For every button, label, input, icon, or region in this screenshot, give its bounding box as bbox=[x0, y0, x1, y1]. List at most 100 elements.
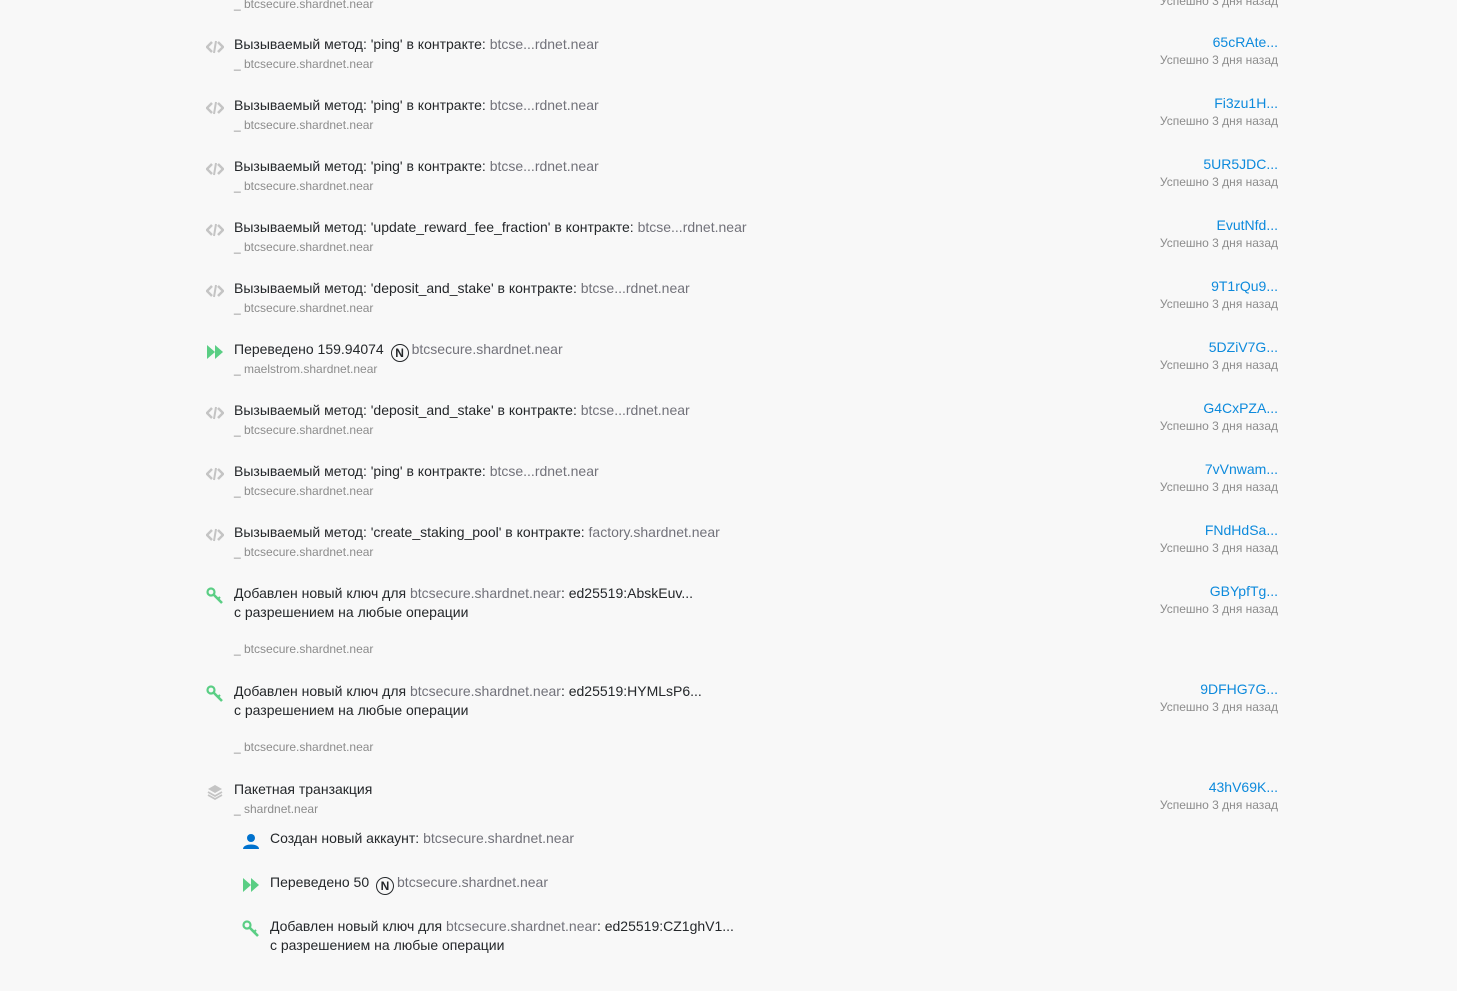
action-text: Добавлен новый ключ для bbox=[234, 683, 410, 699]
action-text: Вызываемый метод: 'ping' в контракте: bbox=[234, 97, 490, 113]
contract-link[interactable]: btcse...rdnet.near bbox=[490, 97, 599, 113]
contract-link[interactable]: btcse...rdnet.near bbox=[490, 463, 599, 479]
key-icon bbox=[241, 919, 261, 939]
signer-label: _ btcsecure.shardnet.near bbox=[234, 642, 374, 656]
tx-hash-link[interactable]: G4CxPZA... bbox=[1203, 399, 1278, 418]
permission-text: с разрешением на любые операции bbox=[234, 604, 469, 620]
signer-label: _ btcsecure.shardnet.near bbox=[234, 0, 374, 11]
action-description: Вызываемый метод: 'deposit_and_stake' в … bbox=[234, 401, 690, 420]
action-text: Добавлен новый ключ для bbox=[234, 585, 410, 601]
action-text: Вызываемый метод: 'ping' в контракте: bbox=[234, 463, 490, 479]
function-call-icon bbox=[205, 37, 225, 57]
signer-label: _ btcsecure.shardnet.near bbox=[234, 118, 374, 132]
contract-link[interactable]: factory.shardnet.near bbox=[589, 524, 720, 540]
tx-hash-link[interactable]: 5DZiV7G... bbox=[1209, 338, 1278, 357]
action-text: Вызываемый метод: 'deposit_and_stake' в … bbox=[234, 280, 581, 296]
batch-title: Пакетная транзакция bbox=[234, 781, 373, 797]
action-text: Вызываемый метод: 'ping' в контракте: bbox=[234, 36, 490, 52]
signer-label: _ btcsecure.shardnet.near bbox=[234, 179, 374, 193]
status-label: Успешно 3 дня назад bbox=[1159, 53, 1278, 67]
contract-link[interactable]: btcse...rdnet.near bbox=[490, 158, 599, 174]
status-label: Успешно 3 дня назад bbox=[1159, 236, 1278, 250]
status-label: Успешно 3 дня назад bbox=[1159, 798, 1278, 812]
tx-hash-link[interactable]: 9T1rQu9... bbox=[1211, 277, 1278, 296]
function-call-icon bbox=[205, 281, 225, 301]
signer-label: _ btcsecure.shardnet.near bbox=[234, 423, 374, 437]
permission-text: с разрешением на любые операции bbox=[270, 937, 505, 953]
status-label: Успешно 3 дня назад bbox=[1159, 175, 1278, 189]
status-label: Успешно 3 дня назад bbox=[1159, 480, 1278, 494]
action-description: Вызываемый метод: 'ping' в контракте: bt… bbox=[234, 96, 599, 115]
action-description: Вызываемый метод: 'ping' в контракте: bt… bbox=[234, 35, 599, 54]
action-text: Вызываемый метод: 'deposit_and_stake' в … bbox=[234, 402, 581, 418]
action-description: Вызываемый метод: 'ping' в контракте: bt… bbox=[234, 462, 599, 481]
signer-label: _ btcsecure.shardnet.near bbox=[234, 484, 374, 498]
tx-hash-link[interactable]: GBYpfTg... bbox=[1210, 582, 1278, 601]
action-description: Создан новый аккаунт: btcsecure.shardnet… bbox=[270, 829, 574, 848]
status-label: Успешно 3 дня назад bbox=[1159, 358, 1278, 372]
action-description: Добавлен новый ключ для btcsecure.shardn… bbox=[234, 682, 702, 720]
function-call-icon bbox=[205, 98, 225, 118]
action-description: Вызываемый метод: 'ping' в контракте: bt… bbox=[234, 157, 599, 176]
public-key: : ed25519:CZ1ghV1... bbox=[596, 918, 734, 934]
status-label: Успешно 3 дня назад bbox=[1159, 419, 1278, 433]
status-label: Успешно 3 дня назад bbox=[1159, 700, 1278, 714]
key-icon bbox=[205, 586, 225, 606]
layers-icon bbox=[205, 782, 225, 802]
action-description: Вызываемый метод: 'update_reward_fee_fra… bbox=[234, 218, 747, 237]
function-call-icon bbox=[205, 464, 225, 484]
user-icon bbox=[241, 831, 261, 851]
public-key: : ed25519:HYMLsP6... bbox=[560, 683, 702, 699]
near-token-icon: N bbox=[376, 877, 395, 895]
contract-link[interactable]: btcse...rdnet.near bbox=[581, 280, 690, 296]
signer-label: _ btcsecure.shardnet.near bbox=[234, 301, 374, 315]
action-text: Вызываемый метод: 'create_staking_pool' … bbox=[234, 524, 589, 540]
tx-hash-link[interactable]: 9DFHG7G... bbox=[1200, 680, 1278, 699]
account-link[interactable]: btcsecure.shardnet.near bbox=[423, 830, 574, 846]
key-icon bbox=[205, 684, 225, 704]
function-call-icon bbox=[205, 159, 225, 179]
receiver-link[interactable]: btcsecure.shardnet.near bbox=[397, 874, 548, 890]
tx-hash-link[interactable]: 5UR5JDC... bbox=[1203, 155, 1278, 174]
action-text: Переведено 159.94074 bbox=[234, 341, 384, 357]
account-link[interactable]: btcsecure.shardnet.near bbox=[410, 683, 561, 699]
action-description: Переведено 159.94074 Nbtcsecure.shardnet… bbox=[234, 340, 563, 362]
status-label: Успешно 3 дня назад bbox=[1159, 541, 1278, 555]
action-description: Вызываемый метод: 'create_staking_pool' … bbox=[234, 523, 720, 542]
status-label: Успешно 3 дня назад bbox=[1159, 0, 1278, 8]
contract-link[interactable]: btcse...rdnet.near bbox=[638, 219, 747, 235]
account-link[interactable]: btcsecure.shardnet.near bbox=[446, 918, 597, 934]
tx-hash-link[interactable]: 65cRAte... bbox=[1213, 33, 1278, 52]
function-call-icon bbox=[205, 525, 225, 545]
tx-hash-link[interactable]: EvutNfd... bbox=[1217, 216, 1278, 235]
contract-link[interactable]: btcse...rdnet.near bbox=[490, 36, 599, 52]
tx-hash-link[interactable]: Fi3zu1H... bbox=[1214, 94, 1278, 113]
tx-hash-link[interactable]: 7vVnwam... bbox=[1205, 460, 1278, 479]
near-token-icon: N bbox=[390, 344, 409, 362]
action-text: Добавлен новый ключ для bbox=[270, 918, 446, 934]
signer-label: _ btcsecure.shardnet.near bbox=[234, 57, 374, 71]
signer-label: _ btcsecure.shardnet.near bbox=[234, 740, 374, 754]
action-text: Вызываемый метод: 'ping' в контракте: bbox=[234, 158, 490, 174]
signer-label: _ maelstrom.shardnet.near bbox=[234, 362, 378, 376]
action-description: Добавлен новый ключ для btcsecure.shardn… bbox=[270, 917, 734, 955]
signer-label: _ btcsecure.shardnet.near bbox=[234, 545, 374, 559]
account-link[interactable]: btcsecure.shardnet.near bbox=[410, 585, 561, 601]
action-text: Создан новый аккаунт: bbox=[270, 830, 424, 846]
permission-text: с разрешением на любые операции bbox=[234, 702, 469, 718]
function-call-icon bbox=[205, 220, 225, 240]
tx-hash-link[interactable]: 43hV69K... bbox=[1209, 778, 1278, 797]
tx-hash-link[interactable]: FNdHdSa... bbox=[1205, 521, 1278, 540]
signer-label: _ shardnet.near bbox=[234, 802, 319, 816]
action-description: Вызываемый метод: 'deposit_and_stake' в … bbox=[234, 279, 690, 298]
transfer-icon bbox=[241, 875, 261, 895]
contract-link[interactable]: btcse...rdnet.near bbox=[581, 402, 690, 418]
action-text: Переведено 50 bbox=[270, 874, 370, 890]
action-description: Добавлен новый ключ для btcsecure.shardn… bbox=[234, 584, 693, 622]
receiver-link[interactable]: btcsecure.shardnet.near bbox=[412, 341, 563, 357]
status-label: Успешно 3 дня назад bbox=[1159, 602, 1278, 616]
public-key: : ed25519:AbskEuv... bbox=[560, 585, 694, 601]
transfer-icon bbox=[205, 342, 225, 362]
function-call-icon bbox=[205, 403, 225, 423]
action-text: Вызываемый метод: 'update_reward_fee_fra… bbox=[234, 219, 638, 235]
